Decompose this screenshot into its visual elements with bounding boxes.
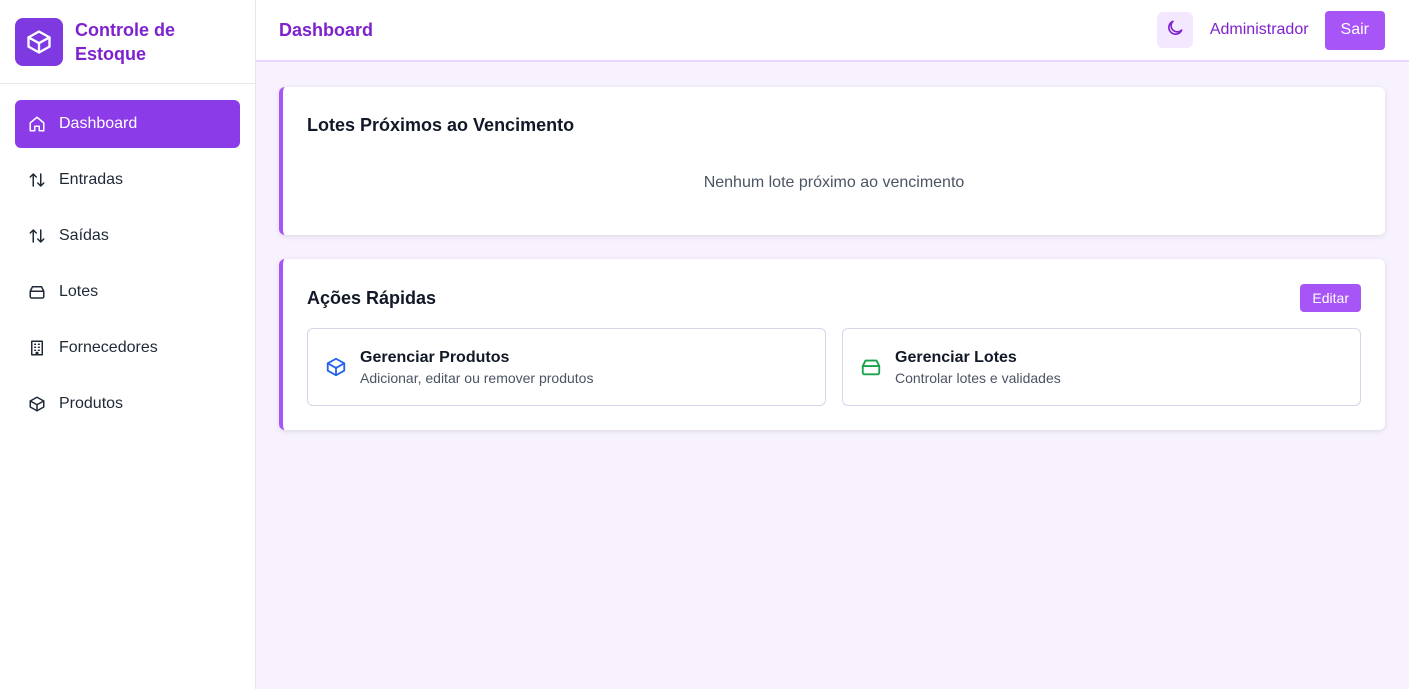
sidebar-item-dashboard[interactable]: Dashboard (15, 100, 240, 148)
brand-title: Controle de Estoque (75, 19, 176, 64)
empty-state-text: Nenhum lote próximo ao vencimento (703, 174, 965, 191)
page-title: Dashboard (279, 19, 374, 40)
theme-toggle-button[interactable] (1156, 12, 1193, 48)
logout-button[interactable]: Sair (1324, 10, 1385, 50)
quick-actions-title: Ações Rápidas (307, 287, 437, 308)
action-description: Adicionar, editar ou remover produtos (360, 369, 594, 386)
expiring-lots-card: Lotes Próximos ao Vencimento Nenhum lote… (279, 87, 1385, 235)
app: Controle de Estoque Dashboard Entradas S… (0, 0, 1409, 689)
sidebar-item-fornecedores[interactable]: Fornecedores (15, 324, 240, 372)
top-header: Dashboard Administrador Sair (256, 0, 1409, 62)
user-name: Administrador (1209, 21, 1309, 38)
expiring-lots-title: Lotes Próximos ao Vencimento (307, 115, 575, 135)
arrows-up-down-icon (28, 227, 46, 245)
manage-products-action[interactable]: Gerenciar Produtos Adicionar, editar ou … (307, 328, 826, 406)
sidebar-item-produtos[interactable]: Produtos (15, 380, 240, 428)
archive-icon (860, 356, 882, 378)
action-description: Controlar lotes e validades (895, 369, 1061, 386)
edit-button[interactable]: Editar (1300, 284, 1361, 312)
box-icon (15, 17, 63, 66)
sidebar-item-label: Produtos (59, 395, 124, 412)
sidebar-item-entradas[interactable]: Entradas (15, 156, 240, 204)
building-icon (28, 339, 46, 357)
quick-actions-card: Ações Rápidas Editar Gerenciar Produtos … (279, 259, 1385, 430)
home-icon (28, 115, 46, 133)
quick-actions-header: Ações Rápidas Editar (307, 284, 1361, 312)
arrows-up-down-icon (28, 171, 46, 189)
sidebar-item-label: Lotes (59, 283, 99, 300)
sidebar-item-label: Entradas (59, 171, 124, 188)
box-icon (28, 395, 46, 413)
main-content: Lotes Próximos ao Vencimento Nenhum lote… (256, 62, 1409, 689)
archive-icon (28, 283, 46, 301)
quick-actions-list: Gerenciar Produtos Adicionar, editar ou … (307, 328, 1361, 406)
sidebar-item-label: Saídas (59, 227, 109, 244)
action-title: Gerenciar Produtos (360, 348, 510, 366)
sidebar-item-saidas[interactable]: Saídas (15, 212, 240, 260)
sidebar-item-label: Fornecedores (59, 339, 158, 356)
sidebar-nav: Dashboard Entradas Saídas Lotes Forneced… (0, 84, 255, 428)
action-text: Gerenciar Lotes Controlar lotes e valida… (895, 349, 1061, 386)
box-icon (325, 356, 347, 378)
header-actions: Administrador Sair (1156, 10, 1385, 50)
sidebar-item-lotes[interactable]: Lotes (15, 268, 240, 316)
action-title: Gerenciar Lotes (895, 348, 1017, 366)
sidebar: Controle de Estoque Dashboard Entradas S… (0, 0, 256, 689)
moon-icon (1165, 18, 1185, 43)
brand: Controle de Estoque (0, 0, 255, 84)
sidebar-item-label: Dashboard (59, 115, 138, 132)
manage-lots-action[interactable]: Gerenciar Lotes Controlar lotes e valida… (842, 328, 1361, 406)
action-text: Gerenciar Produtos Adicionar, editar ou … (360, 349, 593, 386)
